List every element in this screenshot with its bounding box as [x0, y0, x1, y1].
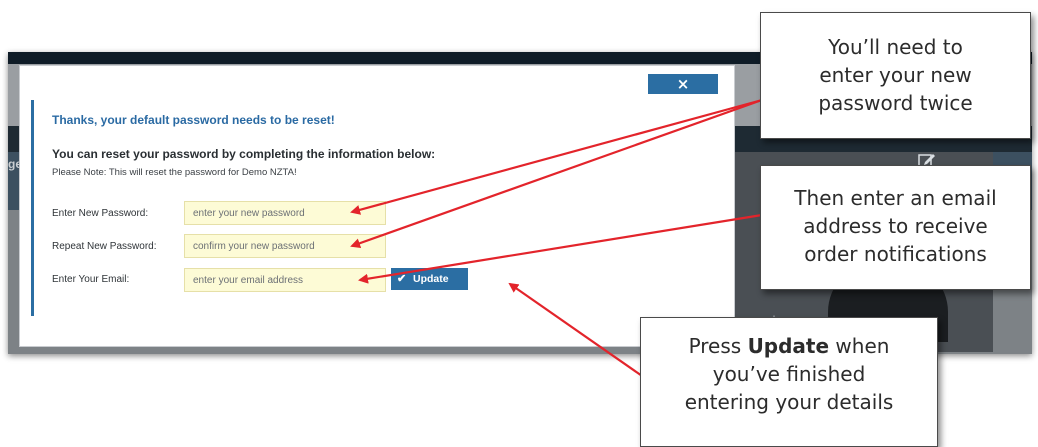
repeat-password-input[interactable]	[184, 234, 386, 258]
callout-2-line-1: Then enter an email	[794, 186, 997, 210]
new-password-input[interactable]	[184, 201, 386, 225]
callout-1-line-1: You’ll need to	[828, 35, 963, 59]
close-button[interactable]: ×	[648, 74, 718, 94]
reset-note: Please Note: This will reset the passwor…	[52, 167, 297, 178]
callout-3-line-1: Press Update when	[641, 332, 937, 360]
callout-2-line-2: address to receive	[803, 214, 988, 238]
callout-3-when: when	[829, 334, 890, 358]
callout-password-twice: You’ll need to enter your new password t…	[760, 12, 1031, 139]
repeat-password-label: Repeat New Password:	[52, 241, 157, 252]
email-input[interactable]	[184, 268, 386, 292]
reset-title: Thanks, your default password needs to b…	[52, 113, 335, 127]
callout-1-line-2: enter your new	[819, 63, 972, 87]
callout-3-line-2: you’ve finished	[712, 362, 866, 386]
update-button-label: Update	[413, 273, 449, 285]
modal-accent-bar	[31, 100, 34, 316]
update-button[interactable]: ✔ Update	[391, 268, 468, 290]
callout-3-update-word: Update	[747, 334, 830, 358]
callout-1-line-3: password twice	[818, 91, 973, 115]
callout-3-press: Press	[688, 334, 748, 358]
callout-2-line-3: order notifications	[804, 242, 987, 266]
new-password-label: Enter New Password:	[52, 208, 149, 219]
callout-press-update: Press Update when you’ve finished enteri…	[640, 317, 938, 447]
check-icon: ✔	[397, 273, 407, 285]
email-label: Enter Your Email:	[52, 274, 130, 285]
callout-3-line-3: entering your details	[684, 390, 894, 414]
callout-email-notifications: Then enter an email address to receive o…	[760, 165, 1031, 290]
reset-heading: You can reset your password by completin…	[52, 147, 436, 161]
